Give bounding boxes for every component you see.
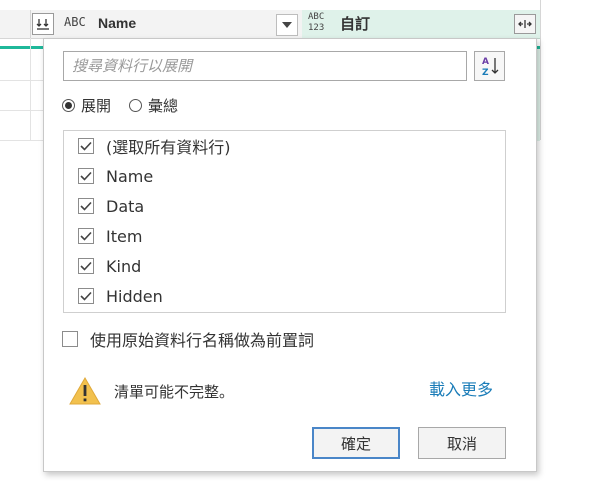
type-label-bottom: 123 xyxy=(308,23,325,33)
sort-az-button[interactable]: A Z xyxy=(474,51,505,81)
radio-aggregate-label: 彙總 xyxy=(148,96,179,115)
svg-text:Z: Z xyxy=(482,68,489,77)
expand-column-popup: A Z 展開 彙總 (選取所有資料行) Name Data Item xyxy=(43,38,537,472)
checkbox[interactable] xyxy=(78,228,94,244)
checkbox[interactable] xyxy=(78,258,94,274)
list-item-kind[interactable]: Kind xyxy=(78,251,141,281)
chevron-down-icon xyxy=(282,22,292,28)
text-type-icon[interactable]: ABC xyxy=(64,15,86,29)
list-item-label: Name xyxy=(106,166,154,186)
any-type-icon: ABC 123 xyxy=(308,12,324,34)
load-more-link[interactable]: 載入更多 xyxy=(429,376,493,404)
column-list: (選取所有資料行) Name Data Item Kind Hidden xyxy=(63,130,506,313)
list-item-hidden[interactable]: Hidden xyxy=(78,281,163,311)
expand-all-icon[interactable] xyxy=(32,13,54,35)
ok-button[interactable]: 確定 xyxy=(312,427,400,459)
use-prefix-option[interactable]: 使用原始資料行名稱做為前置詞 xyxy=(62,328,314,350)
checkmark-icon xyxy=(80,171,92,181)
list-item-label: Hidden xyxy=(106,286,163,306)
list-item-label: Item xyxy=(106,226,143,246)
list-item-data[interactable]: Data xyxy=(78,191,144,221)
checkbox[interactable] xyxy=(78,168,94,184)
search-box[interactable] xyxy=(63,51,467,81)
double-down-arrow-icon xyxy=(36,19,49,30)
row-number-header xyxy=(0,10,31,38)
list-item-label: (選取所有資料行) xyxy=(106,138,231,157)
radio-aggregate-control[interactable] xyxy=(129,98,143,112)
expand-arrows-icon xyxy=(518,20,532,28)
expand-column-icon[interactable] xyxy=(514,14,536,34)
list-item-name[interactable]: Name xyxy=(78,161,153,191)
checkbox[interactable] xyxy=(78,138,94,154)
radio-expand-control[interactable] xyxy=(62,98,75,112)
mode-radio-group: 展開 彙總 xyxy=(62,94,196,116)
column-custom-name: 自訂 xyxy=(340,15,371,33)
checkmark-icon xyxy=(80,201,92,211)
grid-right-border xyxy=(540,0,541,140)
column-custom-header[interactable]: ABC 123 自訂 xyxy=(302,10,540,39)
cancel-button[interactable]: 取消 xyxy=(418,427,506,459)
row-number-divider xyxy=(30,38,31,141)
checkmark-icon xyxy=(80,141,92,151)
checkmark-icon xyxy=(80,261,92,271)
type-label-top: ABC xyxy=(308,12,325,22)
sort-az-icon: A Z xyxy=(482,57,498,77)
use-prefix-label: 使用原始資料行名稱做為前置詞 xyxy=(90,331,315,350)
search-columns-input[interactable] xyxy=(64,52,466,80)
checkbox[interactable] xyxy=(78,288,94,304)
list-item-item[interactable]: Item xyxy=(78,221,142,251)
svg-text:A: A xyxy=(482,57,489,67)
checkmark-icon xyxy=(80,231,92,241)
warning-icon xyxy=(69,376,101,405)
list-item-label: Data xyxy=(106,196,145,216)
column-filter-dropdown-icon[interactable] xyxy=(276,14,298,36)
checkmark-icon xyxy=(80,291,92,301)
radio-expand-label: 展開 xyxy=(81,96,112,115)
warning-text: 清單可能不完整。 xyxy=(114,382,235,401)
list-item-select-all[interactable]: (選取所有資料行) xyxy=(78,131,231,161)
list-item-label: Kind xyxy=(106,256,142,276)
incomplete-list-warning: 清單可能不完整。 xyxy=(68,376,234,406)
column-name-header[interactable]: Name xyxy=(98,15,136,31)
radio-aggregate[interactable]: 彙總 xyxy=(129,95,178,116)
checkbox[interactable] xyxy=(78,198,94,214)
radio-expand[interactable]: 展開 xyxy=(62,95,111,116)
use-prefix-checkbox[interactable] xyxy=(62,331,78,347)
